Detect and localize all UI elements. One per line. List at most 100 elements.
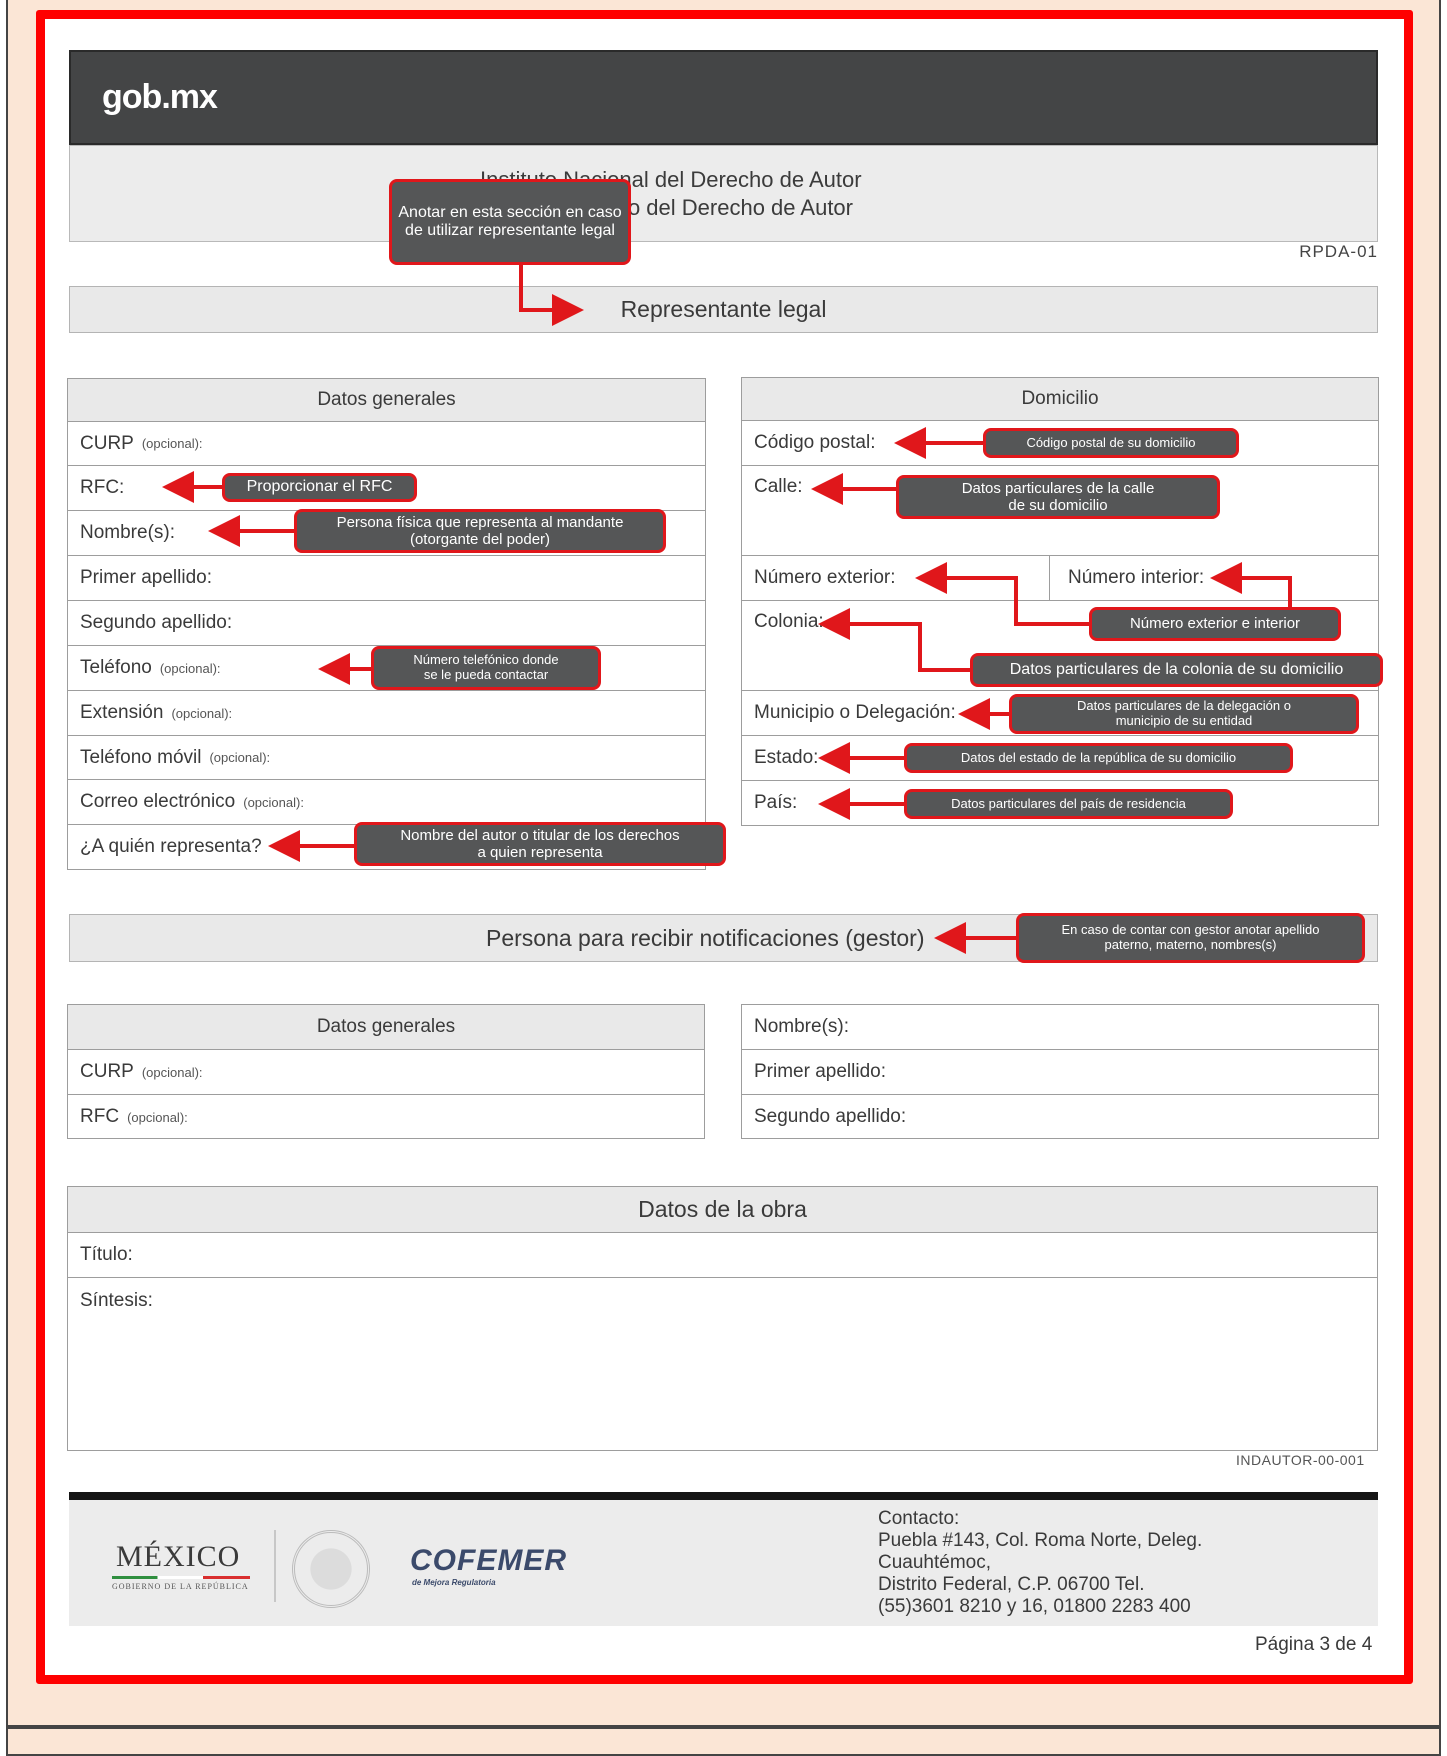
field-label: Título:	[80, 1244, 133, 1265]
optional-tag: (opcional):	[141, 1064, 203, 1080]
telefono-movil-row[interactable]: Teléfono móvil (opcional):	[68, 736, 705, 780]
callout-text: Número telefónico donde	[413, 652, 559, 668]
field-label: RFC:	[80, 477, 125, 498]
logo-mx: mx	[169, 78, 218, 116]
optional-tag: (opcional):	[171, 705, 233, 721]
mexico-logo-subtitle: GOBIERNO DE LA REPÚBLICA	[112, 1582, 249, 1591]
gestor-datos-generales-table: Datos generales CURP (opcional): RFC (opci…	[67, 1004, 705, 1139]
callout-nombres: Persona física que representa al mandant…	[294, 509, 666, 553]
field-label: Código postal:	[754, 432, 876, 453]
callout-text: paterno, materno, nombres(s)	[1104, 937, 1277, 952]
cofemer-logo-subtitle: de Mejora Regulatoria	[412, 1578, 496, 1587]
field-label: Nombre(s):	[754, 1016, 850, 1037]
cofemer-logo: COFEMER	[410, 1544, 567, 1577]
optional-tag: (opcional):	[127, 1109, 188, 1125]
mexico-logo: MÉXICO	[116, 1540, 241, 1573]
optional-tag: (opcional):	[159, 660, 221, 676]
callout-codigo-postal: Código postal de su domicilio	[983, 428, 1239, 458]
callout-text: Persona física que representa al mandant…	[336, 513, 624, 531]
mexico-flag-stripe	[112, 1576, 250, 1579]
field-label: ¿A quién representa?	[80, 836, 262, 857]
callout-calle: Datos particulares de la calle de su dom…	[896, 475, 1220, 519]
callout-text: Número exterior e interior	[1129, 615, 1301, 633]
table-heading: Datos generales	[68, 379, 705, 422]
callout-rfc: Proporcionar el RFC	[222, 473, 417, 502]
callout-a-quien: Nombre del autor o titular de los derech…	[354, 822, 726, 866]
bottom-frame	[6, 1727, 1441, 1756]
gestor-segundo-apellido-row[interactable]: Segundo apellido:	[742, 1095, 1378, 1139]
callout-text: se le pueda contactar	[423, 667, 549, 682]
callout-text: Datos particulares de la delegación o	[1077, 698, 1291, 714]
curp-row[interactable]: CURP (opcional):	[68, 422, 705, 466]
field-label: Segundo apellido:	[80, 612, 233, 633]
contact-label: Contacto:	[878, 1508, 960, 1529]
gestor-nombres-row[interactable]: Nombre(s):	[742, 1005, 1378, 1050]
field-label: País:	[754, 792, 798, 813]
optional-tag: (opcional):	[141, 436, 203, 451]
correo-row[interactable]: Correo electrónico (opcional):	[68, 780, 705, 825]
field-label: Primer apellido:	[80, 567, 212, 588]
logo-divider	[274, 1530, 276, 1602]
table-heading: Datos de la obra	[68, 1187, 1377, 1233]
section-title: Persona para recibir notificaciones (ges…	[486, 924, 925, 951]
datos-obra-table: Datos de la obra Título: Síntesis:	[67, 1186, 1378, 1451]
contact-address: Cuauhtémoc,	[878, 1552, 992, 1573]
field-label: Teléfono	[80, 657, 152, 678]
form-code: RPDA-01	[1299, 242, 1378, 261]
numero-exterior-cell[interactable]: Número exterior:	[742, 556, 1050, 600]
field-label: Correo electrónico	[80, 791, 236, 812]
callout-text: de su domicilio	[1008, 497, 1108, 514]
callout-text: Nombre del autor o titular de los derech…	[400, 826, 680, 844]
callout-telefono: Número telefónico donde se le pueda cont…	[371, 646, 601, 690]
institute-box	[69, 145, 1378, 242]
callout-pais: Datos particulares del país de residenci…	[904, 789, 1233, 819]
header-bar	[69, 50, 1378, 145]
contact-address: Puebla #143, Col. Roma Norte, Deleg.	[878, 1530, 1203, 1551]
section-title: Representante legal	[620, 296, 827, 322]
callout-text: Datos particulares del país de residenci…	[951, 795, 1186, 811]
gestor-rfc-row[interactable]: RFC (opcional):	[68, 1095, 704, 1139]
field-label: Calle:	[754, 476, 803, 497]
footer-rule	[69, 1492, 1378, 1500]
field-label: RFC	[80, 1106, 120, 1127]
callout-text: Anotar en esta sección en caso de utiliz…	[398, 203, 622, 239]
field-label: Nombre(s):	[80, 522, 176, 543]
callout-text: Datos particulares de la calle	[961, 479, 1155, 497]
titulo-row[interactable]: Título:	[68, 1233, 1377, 1278]
sintesis-row[interactable]: Síntesis:	[68, 1278, 1377, 1450]
field-label: Primer apellido:	[754, 1061, 886, 1082]
section-representante-legal: Representante legal	[69, 286, 1378, 333]
callout-colonia: Datos particulares de la colonia de su d…	[970, 653, 1383, 687]
primer-apellido-row[interactable]: Primer apellido:	[68, 556, 705, 601]
logo-gob: gob	[102, 78, 162, 116]
callout-gestor: En caso de contar con gestor anotar apel…	[1016, 913, 1365, 963]
contact-address: Distrito Federal, C.P. 06700 Tel.	[878, 1574, 1145, 1595]
field-label: Teléfono móvil	[80, 746, 202, 768]
logo-dot: .	[161, 78, 171, 116]
datos-generales-table: Datos generales CURP (opcional): RFC: Nom…	[67, 378, 706, 870]
gestor-nombres-table: Nombre(s): Primer apellido: Segundo apel…	[741, 1004, 1379, 1139]
callout-text: En caso de contar con gestor anotar apel…	[1061, 922, 1320, 938]
national-seal-icon	[292, 1530, 370, 1608]
field-label: Colonia:	[754, 611, 824, 632]
callout-estado: Datos del estado de la república de su d…	[904, 743, 1293, 773]
callout-text: Datos particulares de la colonia de su d…	[1009, 660, 1344, 678]
callout-text: Datos del estado de la república de su d…	[960, 749, 1237, 765]
contact-phone: (55)3601 8210 y 16, 01800 2283 400	[878, 1596, 1191, 1617]
extension-row[interactable]: Extensión (opcional):	[68, 691, 705, 736]
segundo-apellido-row[interactable]: Segundo apellido:	[68, 601, 705, 646]
field-label: Extensión	[80, 702, 164, 723]
field-label: Síntesis:	[80, 1290, 153, 1311]
field-label: Estado:	[754, 747, 819, 768]
gob-mx-logo: gob.mx	[102, 78, 218, 117]
callout-text: a quien representa	[477, 844, 603, 861]
optional-tag: (opcional):	[209, 750, 271, 765]
gestor-curp-row[interactable]: CURP (opcional):	[68, 1050, 704, 1095]
field-label: CURP	[80, 1061, 134, 1082]
callout-numero: Número exterior e interior	[1089, 607, 1341, 641]
callout-text: Proporcionar el RFC	[246, 478, 393, 496]
numero-interior-cell[interactable]: Número interior:	[1050, 556, 1204, 600]
table-heading: Datos generales	[68, 1005, 704, 1050]
indautor-code: INDAUTOR-00-001	[1236, 1452, 1365, 1468]
gestor-primer-apellido-row[interactable]: Primer apellido:	[742, 1050, 1378, 1095]
